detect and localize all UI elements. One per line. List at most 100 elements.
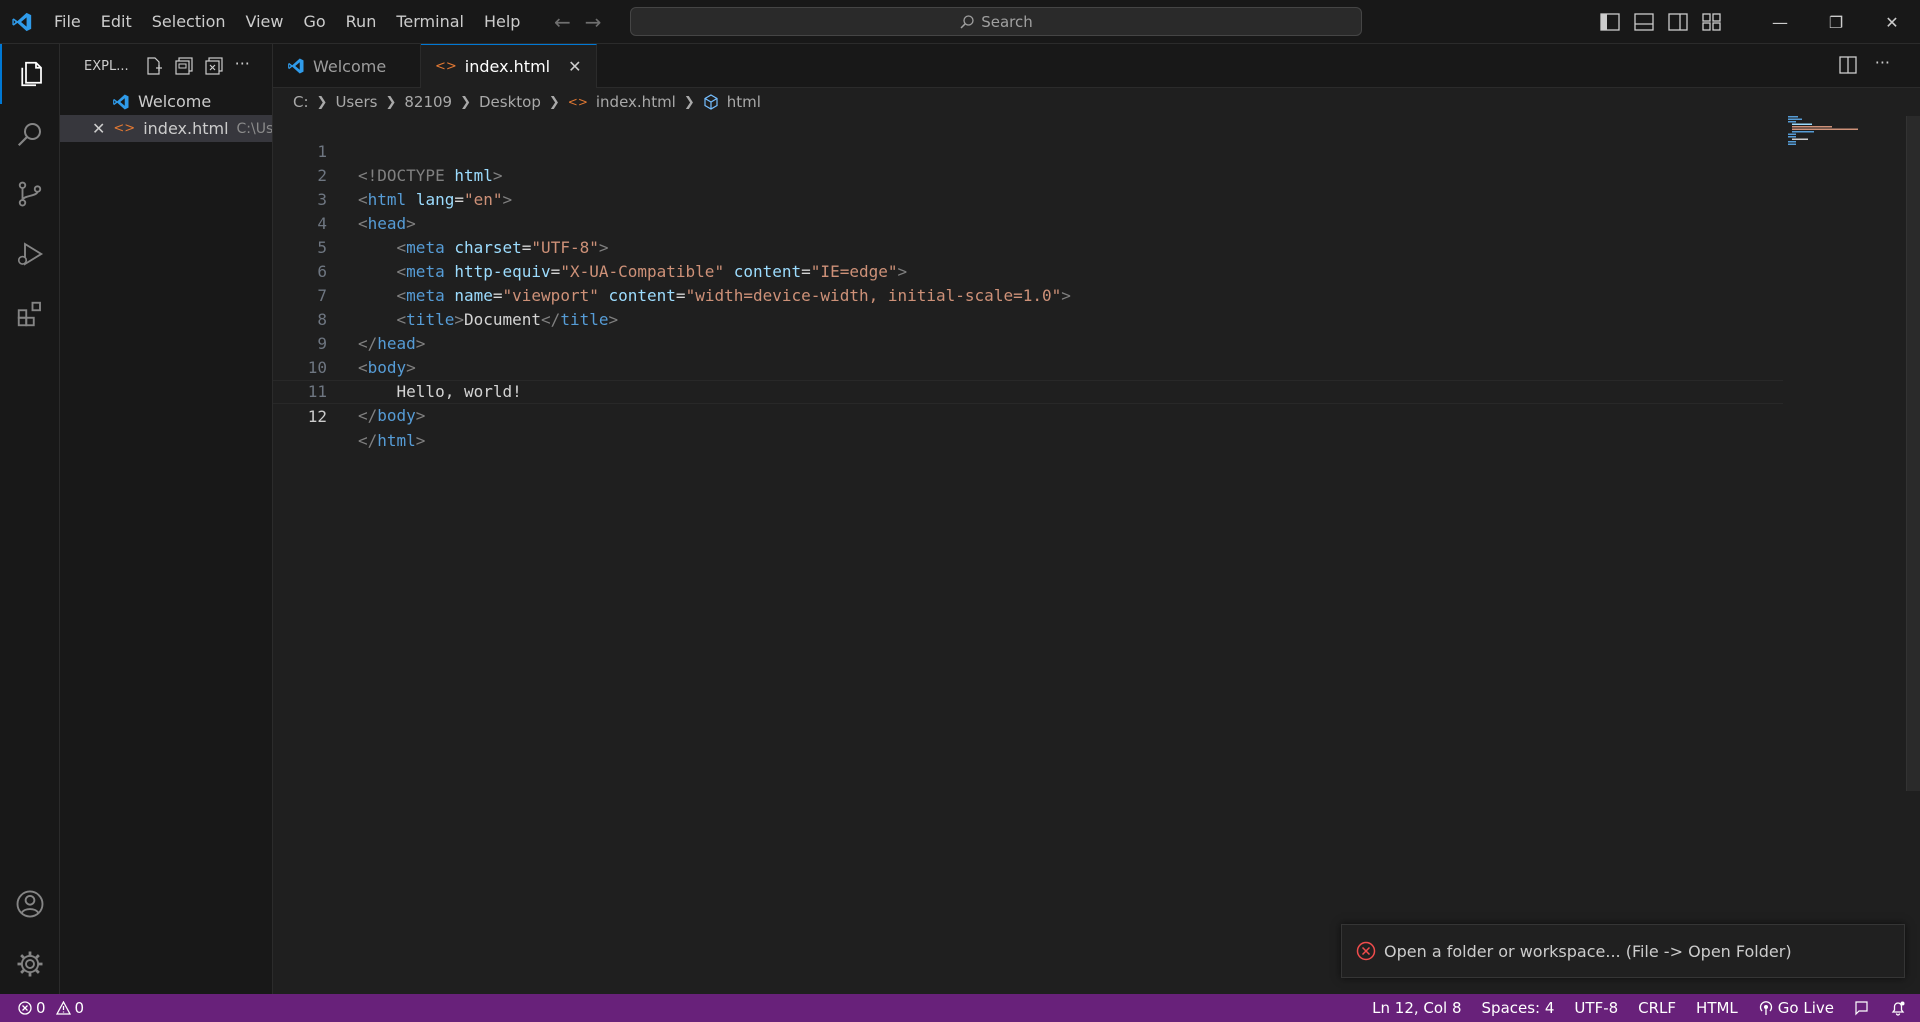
notifications-bell-icon[interactable] — [1890, 1000, 1906, 1016]
open-editor-index-html[interactable]: ✕ <> index.html C:\Us... — [60, 115, 272, 142]
code-editor[interactable]: 1 <!DOCTYPE html> 2 <html lang="en"> 3 <… — [273, 116, 1920, 994]
activity-bar — [0, 44, 60, 994]
menu-go[interactable]: Go — [293, 0, 335, 44]
code-line: 6 <meta name="viewport" content="width=d… — [273, 236, 1920, 305]
customize-layout-icon[interactable] — [1702, 13, 1722, 31]
code-line: 4 <meta charset="UTF-8"> — [273, 188, 1920, 257]
more-actions-icon[interactable]: ··· — [235, 56, 253, 75]
warning-count: 0 — [74, 999, 85, 1017]
chevron-right-icon: ❯ — [548, 94, 560, 110]
breadcrumb: C: ❯ Users ❯ 82109 ❯ Desktop ❯ <> index.… — [273, 88, 761, 116]
title-bar: File Edit Selection View Go Run Terminal… — [0, 0, 1920, 44]
explorer-sidebar: EXPL... ··· Welcome ✕ <> index.html C:\U… — [60, 44, 273, 994]
menu-help[interactable]: Help — [474, 0, 530, 44]
window-controls-area: — ❐ ✕ — [1600, 0, 1920, 44]
search-icon — [960, 14, 974, 29]
minimap[interactable] — [1780, 116, 1860, 146]
command-center-search[interactable]: Search — [630, 7, 1362, 36]
code-line: 3 <head> — [273, 164, 1920, 233]
nav-arrows: ← → — [554, 0, 602, 44]
menu-view[interactable]: View — [236, 0, 294, 44]
breadcrumb-item[interactable]: C: — [293, 93, 309, 111]
symbol-element-icon — [703, 93, 723, 111]
open-editor-path: C:\Us... — [236, 120, 272, 137]
cursor-position[interactable]: Ln 12, Col 8 — [1372, 999, 1461, 1017]
code-line: 10 Hello, world! — [273, 332, 1920, 401]
indentation[interactable]: Spaces: 4 — [1482, 999, 1555, 1017]
language-mode[interactable]: HTML — [1696, 999, 1738, 1017]
search-view-icon[interactable] — [0, 104, 60, 164]
warning-icon — [55, 1001, 71, 1015]
toggle-secondary-sidebar-icon[interactable] — [1668, 13, 1688, 31]
notification-toast[interactable]: Open a folder or workspace... (File -> O… — [1341, 924, 1905, 978]
explorer-header: EXPL... ··· — [60, 44, 272, 88]
save-all-icon[interactable] — [175, 57, 193, 75]
search-label: Search — [981, 12, 1033, 31]
open-editor-label: Welcome — [138, 92, 212, 111]
toggle-panel-icon[interactable] — [1634, 13, 1654, 31]
code-line: 5 <meta http-equiv="X-UA-Compatible" con… — [273, 212, 1920, 281]
chevron-right-icon: ❯ — [683, 94, 695, 110]
menu-selection[interactable]: Selection — [142, 0, 236, 44]
breadcrumb-item[interactable]: Users — [335, 93, 377, 111]
code-line: 9 <body> — [273, 308, 1920, 377]
toggle-primary-sidebar-icon[interactable] — [1600, 13, 1620, 31]
html-file-icon: <> — [113, 121, 136, 136]
close-all-editors-icon[interactable] — [205, 57, 223, 75]
editor-more-actions-icon[interactable]: ··· — [1875, 55, 1890, 78]
feedback-icon[interactable] — [1854, 1000, 1870, 1016]
new-untitled-file-icon[interactable] — [145, 57, 163, 75]
accounts-icon[interactable] — [0, 874, 60, 934]
chevron-right-icon: ❯ — [460, 94, 471, 110]
source-control-icon[interactable] — [0, 164, 60, 224]
close-window-icon[interactable]: ✕ — [1864, 0, 1920, 44]
code-line: 8 </head> — [273, 284, 1920, 353]
split-editor-icon[interactable] — [1839, 56, 1857, 78]
end-of-line[interactable]: CRLF — [1638, 999, 1676, 1017]
minimize-icon[interactable]: — — [1752, 0, 1808, 44]
chevron-right-icon: ❯ — [385, 94, 397, 110]
back-arrow-icon[interactable]: ← — [554, 10, 571, 34]
encoding[interactable]: UTF-8 — [1574, 999, 1618, 1017]
menu-edit[interactable]: Edit — [91, 0, 142, 44]
forward-arrow-icon[interactable]: → — [585, 10, 602, 34]
menu-file[interactable]: File — [44, 0, 91, 44]
problems-indicator[interactable]: 0 0 — [0, 999, 84, 1017]
html-file-icon: <> — [567, 95, 588, 109]
tab-label: index.html — [464, 57, 551, 76]
tab-welcome[interactable]: Welcome — [273, 44, 421, 88]
code-token: body — [377, 406, 416, 425]
code-line: 11 </body> — [273, 356, 1920, 425]
close-tab-icon[interactable]: ✕ — [568, 57, 581, 76]
breadcrumb-item[interactable]: Desktop — [479, 93, 541, 111]
run-debug-icon[interactable] — [0, 224, 60, 284]
error-icon — [18, 1001, 32, 1015]
line-number: 12 — [307, 407, 327, 426]
breadcrumb-item[interactable]: 82109 — [404, 93, 452, 111]
error-icon — [1356, 941, 1376, 961]
manage-gear-icon[interactable] — [0, 934, 60, 994]
extensions-icon[interactable] — [0, 284, 60, 344]
menu-terminal[interactable]: Terminal — [386, 0, 474, 44]
menu-bar: File Edit Selection View Go Run Terminal… — [44, 0, 530, 44]
editor-tabs: Welcome <> index.html ✕ ··· — [273, 44, 1920, 88]
vscode-file-icon — [113, 94, 129, 109]
go-live-button[interactable]: Go Live — [1758, 999, 1834, 1017]
explorer-icon[interactable] — [0, 44, 60, 104]
restore-icon[interactable]: ❐ — [1808, 0, 1864, 44]
html-file-icon: <> — [435, 59, 457, 74]
menu-run[interactable]: Run — [336, 0, 387, 44]
tab-index-html[interactable]: <> index.html ✕ — [421, 44, 597, 88]
tab-label: Welcome — [313, 56, 387, 76]
go-live-label: Go Live — [1777, 999, 1834, 1017]
close-editor-icon[interactable]: ✕ — [92, 119, 105, 138]
vscode-logo-icon — [0, 0, 44, 44]
code-line-current: 12 </html> — [273, 380, 1783, 450]
vertical-scrollbar[interactable] — [1906, 116, 1920, 791]
open-editor-welcome[interactable]: Welcome — [60, 88, 272, 115]
breadcrumb-item[interactable]: html — [727, 93, 761, 111]
breadcrumb-item[interactable]: index.html — [596, 93, 676, 111]
error-count: 0 — [36, 999, 46, 1017]
code-line: 2 <html lang="en"> — [273, 140, 1920, 209]
broadcast-icon — [1759, 1001, 1772, 1015]
